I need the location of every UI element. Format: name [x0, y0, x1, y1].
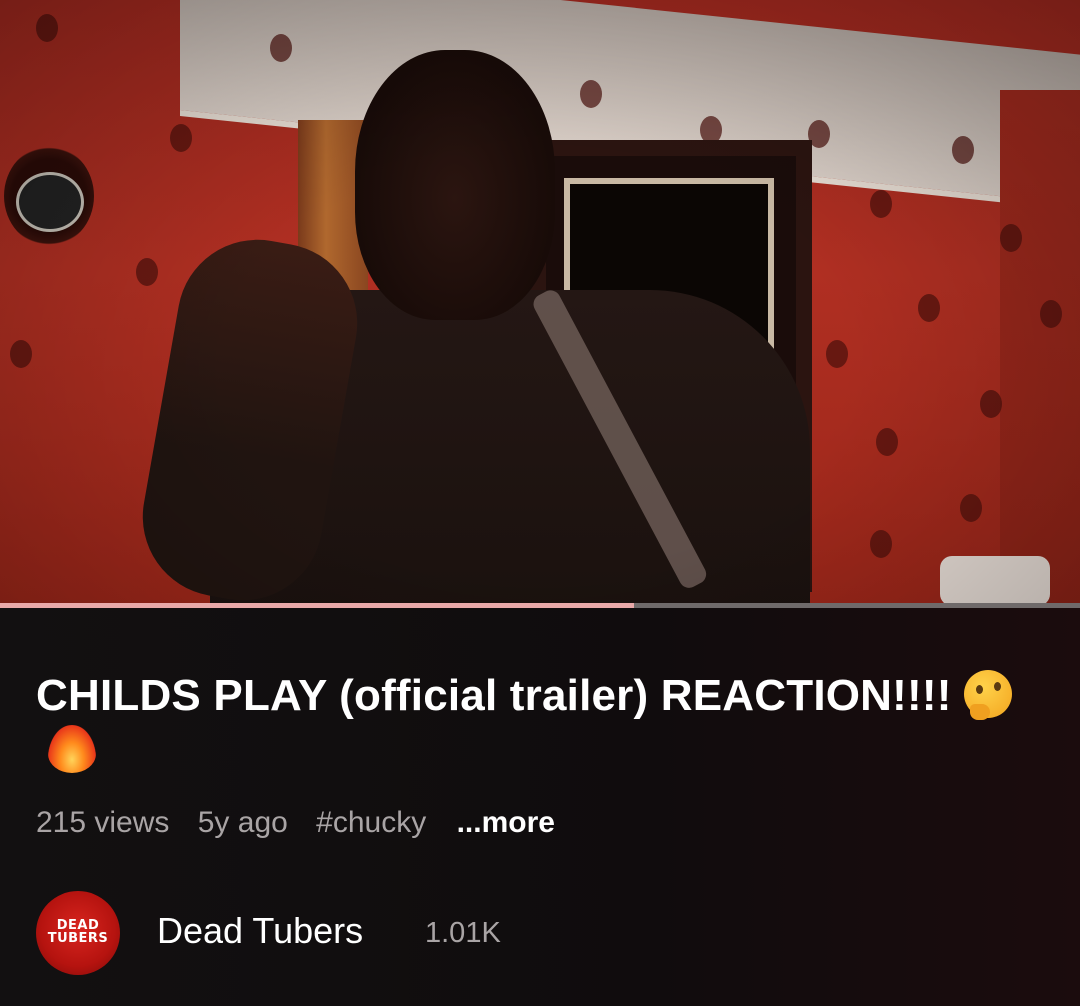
more-button[interactable]: ...more	[457, 806, 555, 839]
avatar-logo-line2: TUBERS	[47, 931, 109, 946]
video-info-panel: CHILDS PLAY (official trailer) REACTION!…	[0, 608, 1080, 1006]
channel-row[interactable]: DEAD TUBERS Dead Tubers 1.01K	[36, 891, 1036, 975]
avatar-logo: DEAD TUBERS	[42, 919, 114, 945]
view-count: 215 views	[36, 806, 170, 839]
video-metadata[interactable]: 215 views 5y ago #chucky ...more	[36, 806, 575, 840]
video-vignette	[0, 0, 1080, 604]
subscriber-count: 1.01K	[425, 917, 501, 949]
video-title-text: CHILDS PLAY (official trailer) REACTION!…	[36, 671, 952, 720]
fire-icon	[48, 725, 96, 773]
video-player[interactable]	[0, 0, 1080, 604]
thinking-face-icon	[963, 670, 1012, 720]
channel-avatar[interactable]: DEAD TUBERS	[36, 891, 120, 975]
video-title[interactable]: CHILDS PLAY (official trailer) REACTION!…	[36, 668, 1036, 778]
hashtag-link[interactable]: #chucky	[316, 806, 426, 839]
upload-age: 5y ago	[197, 806, 288, 839]
channel-name[interactable]: Dead Tubers	[157, 910, 363, 952]
